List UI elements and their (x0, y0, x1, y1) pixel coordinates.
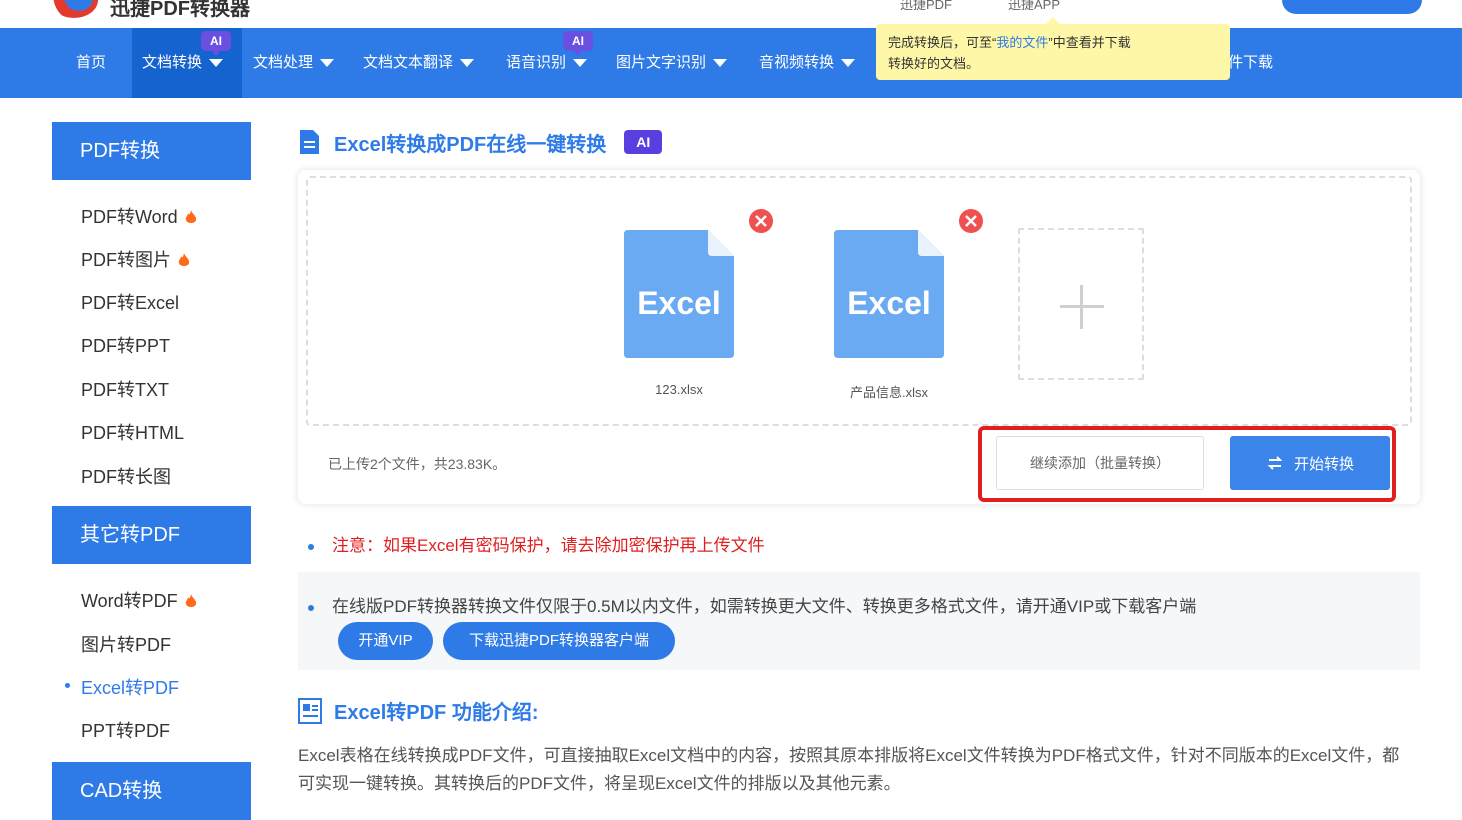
main-nav: 首页 文档转换 AI 文档处理 文档文本翻译 语音识别 AI 图片文字识别 音视… (0, 28, 1462, 98)
top-login-button[interactable] (1282, 0, 1422, 14)
excel-icon-label: Excel (847, 285, 931, 321)
ai-badge: AI (563, 31, 593, 56)
page-title: Excel转换成PDF在线一键转换 AI (298, 124, 663, 160)
download-client-button[interactable]: 下载迅捷PDF转换器客户端 (443, 622, 675, 660)
top-link-app[interactable]: 迅捷APP (1008, 0, 1060, 13)
excel-file-icon: Excel (834, 230, 944, 358)
plus-icon (1080, 285, 1083, 329)
size-limit-note: 在线版PDF转换器转换文件仅限于0.5M以内文件，如需转换更大文件、转换更多格式… (308, 592, 1196, 617)
nav-home[interactable]: 首页 (76, 28, 106, 98)
fire-icon (178, 253, 190, 266)
chevron-down-icon (209, 59, 224, 68)
sidebar-item-image-pdf[interactable]: 图片转PDF (81, 631, 171, 657)
fire-icon (185, 210, 196, 223)
intro-icon (298, 697, 322, 724)
sidebar-item-pdf-html[interactable]: PDF转HTML (81, 419, 184, 445)
upload-status: 已上传2个文件，共23.83K。 (328, 456, 507, 472)
sidebar-item-pdf-long-image[interactable]: PDF转长图 (81, 463, 171, 489)
file-drop-zone[interactable]: Excel 123.xlsx Excel 产品信息.xlsx (306, 176, 1412, 426)
nav-av-convert[interactable]: 音视频转换 (759, 28, 856, 98)
fire-icon (185, 594, 196, 607)
top-header: 迅捷PDF转换器 迅捷PDF 迅捷APP (0, 0, 1462, 28)
chevron-down-icon (841, 59, 856, 68)
my-files-tooltip: 完成转换后，可至“我的文件”中查看并下载 转换好的文档。 (876, 17, 1230, 80)
chevron-down-icon (320, 59, 335, 68)
sidebar-head-pdf[interactable]: PDF转换 (52, 122, 251, 180)
sidebar-item-pdf-excel[interactable]: PDF转Excel (81, 289, 179, 315)
excel-icon-label: Excel (637, 285, 721, 321)
file-tile[interactable]: Excel 产品信息.xlsx (834, 230, 946, 400)
open-vip-button[interactable]: 开通VIP (338, 622, 433, 660)
my-files-link[interactable]: 我的文件 (996, 35, 1048, 50)
top-link-pdf[interactable]: 迅捷PDF (900, 0, 952, 13)
convert-icon (1267, 456, 1283, 470)
sidebar-head-other[interactable]: 其它转PDF (52, 506, 251, 564)
file-name: 产品信息.xlsx (849, 385, 928, 400)
logo-text[interactable]: 迅捷PDF转换器 (110, 0, 250, 21)
sidebar-item-pdf-ppt[interactable]: PDF转PPT (81, 332, 170, 358)
sidebar-item-pdf-txt[interactable]: PDF转TXT (81, 376, 169, 402)
file-tile[interactable]: Excel 123.xlsx (624, 230, 736, 397)
logo-icon[interactable] (50, 0, 98, 18)
start-convert-button[interactable]: 开始转换 (1230, 436, 1390, 490)
chevron-down-icon (460, 59, 475, 68)
sidebar-item-pdf-image[interactable]: PDF转图片 (81, 246, 190, 272)
add-more-button[interactable]: 继续添加（批量转换） (996, 436, 1204, 490)
intro-title: Excel转PDF 功能介绍: (298, 696, 538, 725)
nav-ocr[interactable]: 图片文字识别 (616, 28, 728, 98)
sidebar-item-word-pdf[interactable]: Word转PDF (81, 587, 197, 613)
add-file-tile[interactable] (1018, 228, 1144, 380)
chevron-down-icon (573, 59, 588, 68)
document-icon (300, 130, 319, 154)
remove-file-icon[interactable] (958, 208, 984, 234)
excel-file-icon: Excel (624, 230, 734, 358)
sidebar-item-pdf-word[interactable]: PDF转Word (81, 203, 197, 229)
ai-badge: AI (201, 31, 231, 56)
file-name: 123.xlsx (655, 382, 703, 397)
remove-file-icon[interactable] (748, 208, 774, 234)
ai-tag: AI (624, 130, 663, 154)
bullet-dot (308, 543, 314, 550)
sidebar-item-ppt-pdf[interactable]: PPT转PDF (81, 717, 170, 743)
nav-download[interactable]: 件下载 (1228, 28, 1273, 98)
chevron-down-icon (713, 59, 728, 68)
page-title-text: Excel转换成PDF在线一键转换 (334, 133, 607, 156)
intro-text: Excel表格在线转换成PDF文件，可直接抽取Excel文档中的内容，按照其原本… (298, 746, 1400, 793)
sidebar-head-cad[interactable]: CAD转换 (52, 762, 251, 820)
nav-doc-translate[interactable]: 文档文本翻译 (363, 28, 475, 98)
sidebar-item-excel-pdf[interactable]: Excel转PDF (64, 674, 179, 700)
upload-card: Excel 123.xlsx Excel 产品信息.xlsx 已上传2个文件，共… (298, 170, 1420, 504)
password-warning: 注意：如果Excel有密码保护，请去除加密保护再上传文件 (308, 531, 765, 556)
nav-doc-process[interactable]: 文档处理 (253, 28, 335, 98)
bullet-dot (308, 604, 314, 611)
